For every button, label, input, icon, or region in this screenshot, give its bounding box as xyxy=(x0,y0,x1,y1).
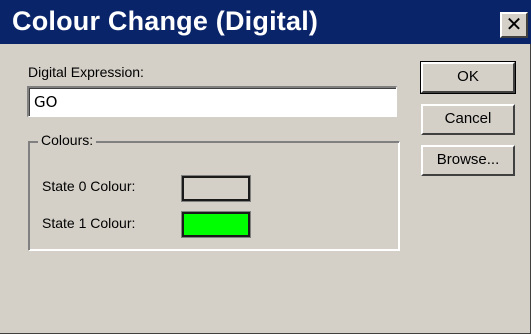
state1-colour-swatch[interactable] xyxy=(182,212,250,237)
close-button[interactable]: ✕ xyxy=(500,12,528,38)
state0-colour-label: State 0 Colour: xyxy=(42,178,136,194)
close-icon: ✕ xyxy=(505,12,523,36)
ok-button[interactable]: OK xyxy=(420,61,516,94)
cancel-button[interactable]: Cancel xyxy=(421,104,515,135)
title-bar: Colour Change (Digital) ✕ xyxy=(0,0,531,44)
state1-colour-label: State 1 Colour: xyxy=(42,215,136,231)
digital-expression-input[interactable] xyxy=(27,86,397,117)
state0-colour-swatch[interactable] xyxy=(182,176,250,201)
digital-expression-label: Digital Expression: xyxy=(28,64,144,80)
colour-change-dialog: Colour Change (Digital) ✕ Digital Expres… xyxy=(0,0,531,334)
browse-button[interactable]: Browse... xyxy=(421,145,515,176)
window-title: Colour Change (Digital) xyxy=(12,6,319,36)
colours-group-label: Colours: xyxy=(38,132,97,148)
